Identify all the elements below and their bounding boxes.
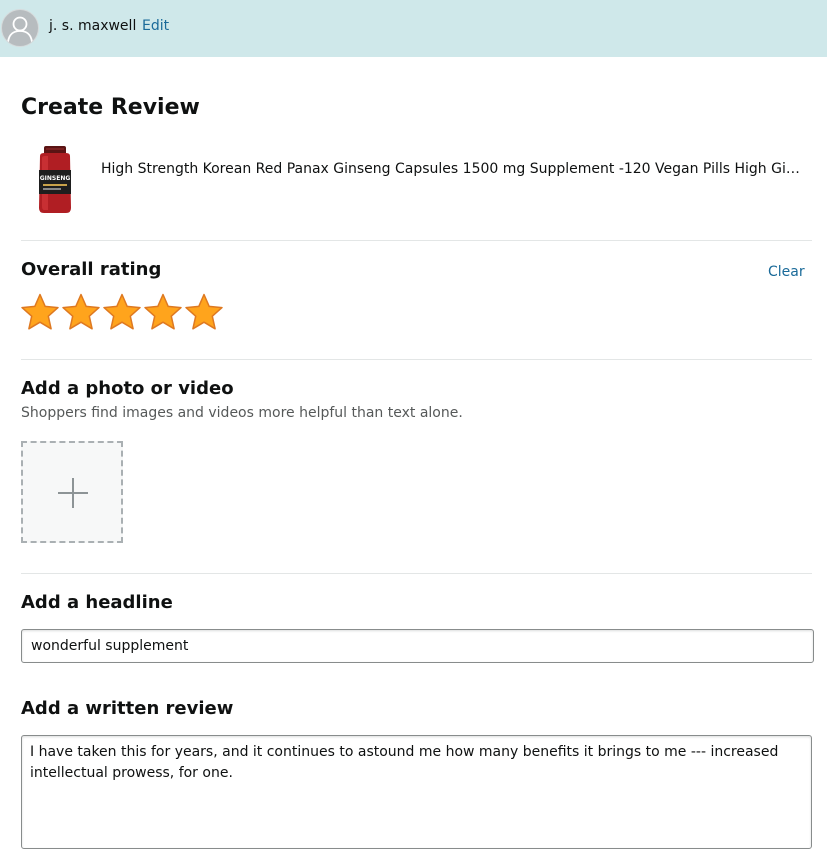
divider	[21, 573, 812, 574]
product-image: GINSENG	[30, 144, 80, 216]
headline-input[interactable]	[21, 629, 814, 663]
edit-profile-link[interactable]: Edit	[142, 18, 169, 34]
star-rating[interactable]	[20, 292, 224, 332]
add-media-button[interactable]	[21, 441, 123, 543]
add-media-subtext: Shoppers find images and videos more hel…	[21, 405, 463, 421]
page-title: Create Review	[21, 95, 200, 120]
divider	[21, 240, 812, 241]
profile-header: j. s. maxwell Edit	[0, 0, 827, 57]
divider	[21, 359, 812, 360]
star-icon[interactable]	[20, 292, 60, 332]
avatar[interactable]	[1, 9, 39, 47]
written-review-textarea[interactable]: I have taken this for years, and it cont…	[21, 735, 812, 849]
product-label-text: GINSENG	[40, 175, 71, 182]
headline-heading: Add a headline	[21, 592, 173, 613]
star-icon[interactable]	[102, 292, 142, 332]
user-icon	[7, 16, 33, 43]
add-media-heading: Add a photo or video	[21, 378, 234, 399]
star-icon[interactable]	[184, 292, 224, 332]
clear-rating-link[interactable]: Clear	[768, 264, 805, 280]
product-title: High Strength Korean Red Panax Ginseng C…	[101, 161, 801, 177]
star-icon[interactable]	[61, 292, 101, 332]
overall-rating-heading: Overall rating	[21, 259, 162, 280]
written-review-heading: Add a written review	[21, 698, 234, 719]
star-icon[interactable]	[143, 292, 183, 332]
username: j. s. maxwell	[49, 18, 137, 34]
